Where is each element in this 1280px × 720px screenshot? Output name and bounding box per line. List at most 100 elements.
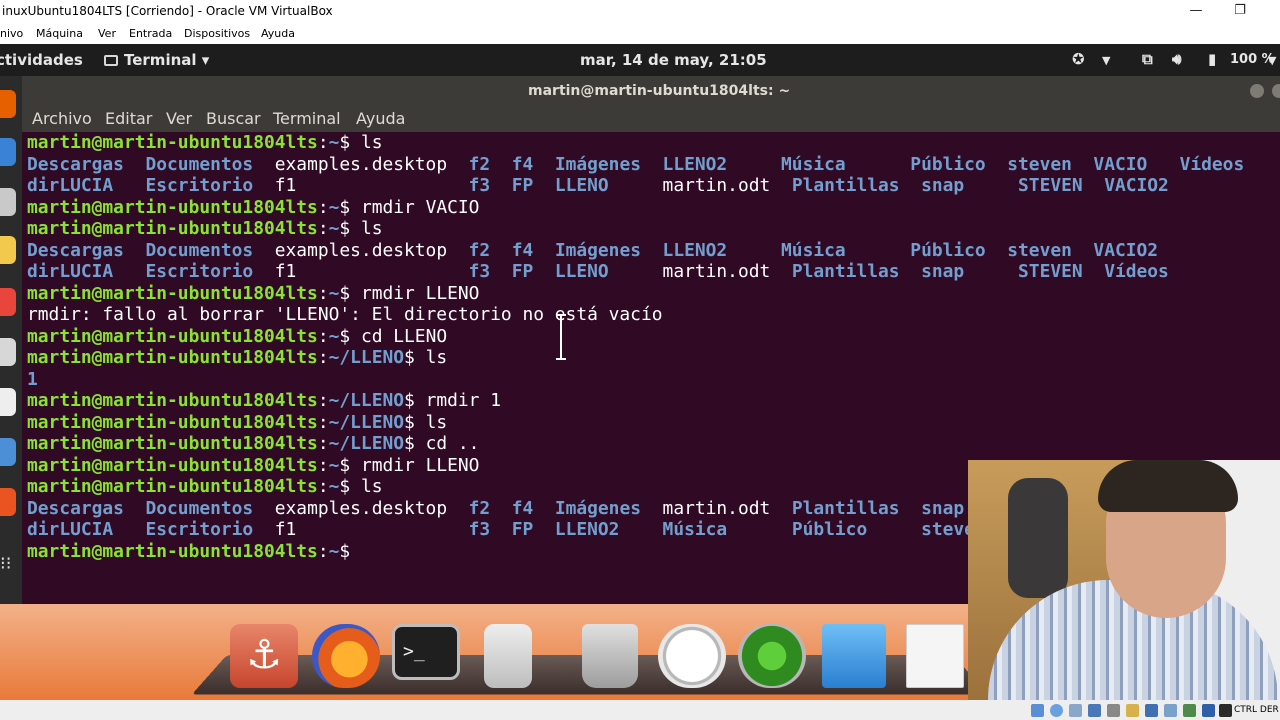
finder-icon[interactable] (822, 624, 886, 688)
network-status-icon[interactable] (1088, 704, 1101, 717)
usb-icon[interactable] (1107, 704, 1120, 717)
command-text: rmdir LLENO (350, 282, 480, 304)
menu-ayuda[interactable]: Ayuda (356, 109, 405, 128)
battery-icon[interactable]: ▮ (1208, 50, 1216, 68)
vbox-menu-maquina[interactable]: Máquina (36, 27, 83, 40)
minimize-icon[interactable] (1250, 84, 1264, 98)
audio-icon[interactable] (1069, 704, 1082, 717)
restore-icon[interactable]: ❐ (1228, 2, 1252, 22)
vbox-window-title: inuxUbuntu1804LTS [Corriendo] - Oracle V… (2, 4, 333, 18)
vbox-menu-archivo[interactable]: nivo (0, 27, 23, 40)
keyboard-icon[interactable] (1219, 704, 1232, 717)
clock-icon[interactable] (658, 624, 726, 688)
chevron-down-icon: ▾ (201, 51, 210, 69)
prompt-user: martin@martin-ubuntu1804lts (27, 347, 318, 368)
firefox-icon[interactable] (0, 90, 16, 118)
directory-entry: Descargas (27, 153, 146, 175)
file-entry: martin.odt (662, 497, 792, 519)
file-entry: rmdir: fallo al borrar 'LLENO': El direc… (27, 304, 663, 325)
directory-entry: LLENO (554, 175, 663, 196)
menu-archivo[interactable]: Archivo (32, 109, 92, 128)
writer-icon[interactable] (0, 438, 16, 466)
prompt-path: ~ (328, 325, 340, 347)
directory-entry: STEVEN (1018, 175, 1105, 196)
command-text: cd LLENO (350, 325, 448, 347)
radar-icon[interactable] (738, 624, 806, 688)
files-icon[interactable] (0, 188, 16, 216)
directory-entry: snap (921, 261, 1019, 282)
show-applications-icon[interactable]: ⁝⁝ (0, 554, 16, 576)
terminal-title: martin@martin-ubuntu1804lts: ~ (528, 83, 791, 99)
hdd-icon[interactable] (1031, 704, 1044, 717)
prompt-user: martin@martin-ubuntu1804lts (27, 454, 318, 476)
directory-entry: f4 (511, 153, 555, 175)
optical-drive-icon[interactable] (1050, 704, 1063, 717)
cpu-icon[interactable] (1183, 704, 1196, 717)
clock[interactable]: mar, 14 de may, 21:05 (580, 51, 767, 69)
rhythmbox-icon[interactable] (0, 236, 16, 264)
app-menu-terminal[interactable]: Terminal ▾ (104, 51, 209, 69)
vbox-menu-dispositivos[interactable]: Dispositivos (184, 27, 250, 40)
accessibility-icon[interactable]: ✪ (1072, 50, 1085, 68)
file-entry: examples.desktop (274, 239, 469, 261)
system-menu-chevron-icon[interactable]: ▼ (1268, 54, 1276, 67)
document-icon[interactable] (906, 624, 964, 688)
directory-entry: f3 (468, 519, 512, 540)
network-icon[interactable]: ⧉ (1142, 50, 1153, 68)
terminal-menu-bar: Archivo Editar Ver Buscar Terminal Ayuda (22, 106, 1280, 132)
directory-entry: steven (1007, 239, 1094, 261)
prompt-separator: : (317, 476, 329, 497)
activities-button[interactable]: ctividades (0, 51, 83, 69)
directory-entry: VACIO2 (1093, 239, 1159, 261)
menu-ver[interactable]: Ver (166, 109, 192, 128)
file-entry: f1 (274, 261, 469, 282)
terminal-line: martin@martin-ubuntu1804lts:~$ rmdir LLE… (27, 283, 1280, 305)
terminal-dock-icon[interactable] (0, 388, 16, 416)
anchor-icon[interactable]: ⚓ (230, 624, 298, 688)
directory-entry: FP (511, 519, 555, 540)
chevron-down-icon[interactable]: ▼ (1102, 54, 1110, 67)
vbox-menu-entrada[interactable]: Entrada (129, 27, 172, 40)
software-icon[interactable] (0, 338, 16, 366)
prompt-symbol: $ (404, 347, 415, 368)
terminal-line: dirLUCIA Escritorio f1 f3 FP LLENO marti… (27, 261, 1280, 283)
maximize-icon[interactable] (1272, 84, 1280, 98)
vbox-menu-ver[interactable]: Ver (98, 27, 116, 40)
prompt-user: martin@martin-ubuntu1804lts (27, 218, 318, 239)
prompt-user: martin@martin-ubuntu1804lts (27, 196, 318, 218)
terminal-line: martin@martin-ubuntu1804lts:~$ cd LLENO (27, 326, 1280, 348)
prompt-path: ~/LLENO (328, 411, 405, 433)
volume-icon[interactable]: 🔊︎ (1172, 50, 1181, 68)
prompt-separator: : (317, 433, 329, 454)
display-icon[interactable] (1145, 704, 1158, 717)
prompt-path: ~ (328, 218, 340, 239)
terminal-icon[interactable]: >_ (392, 624, 460, 680)
chrome-icon[interactable] (0, 288, 16, 316)
directory-entry: f3 (468, 175, 512, 196)
file-entry: examples.desktop (274, 153, 469, 175)
trash-icon[interactable] (582, 624, 638, 688)
mouse-integration-icon[interactable] (1202, 704, 1215, 717)
thunderbird-icon[interactable] (0, 138, 16, 166)
prompt-path: ~/LLENO (328, 433, 405, 454)
prompt-separator: : (317, 540, 329, 562)
vbox-menu-ayuda[interactable]: Ayuda (261, 27, 295, 40)
terminal-app-icon (104, 55, 118, 66)
firefox-icon[interactable] (312, 624, 380, 688)
shared-folders-icon[interactable] (1126, 704, 1139, 717)
menu-terminal[interactable]: Terminal (273, 109, 341, 128)
ubuntu-dock: ⁝⁝ (0, 76, 22, 604)
prompt-symbol: $ (339, 325, 351, 347)
video-capture-icon[interactable] (1164, 704, 1177, 717)
directory-entry: VACIO2 (1104, 175, 1169, 196)
speaker-icon[interactable] (484, 624, 532, 688)
prompt-separator: : (317, 411, 329, 433)
directory-entry: Música (781, 153, 911, 175)
minimize-icon[interactable]: — (1184, 2, 1208, 22)
directory-entry: f2 (468, 153, 512, 175)
app-store-icon[interactable] (0, 488, 16, 516)
gnome-top-bar: ctividades Terminal ▾ mar, 14 de may, 21… (0, 44, 1280, 76)
directory-entry: VACIO (1093, 153, 1180, 175)
menu-editar[interactable]: Editar (105, 109, 152, 128)
menu-buscar[interactable]: Buscar (206, 109, 261, 128)
